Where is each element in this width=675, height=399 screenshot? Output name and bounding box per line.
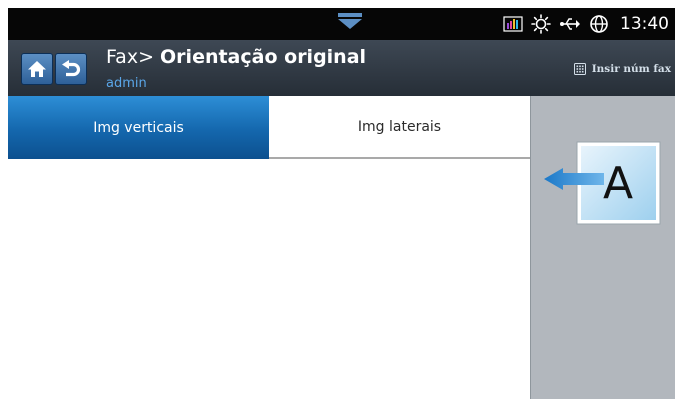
orientation-options: Img verticais Img laterais <box>8 96 530 399</box>
tab-portrait-label: Img verticais <box>93 119 184 136</box>
signal-bars-icon <box>503 16 523 32</box>
sun-icon <box>531 14 551 34</box>
keypad-icon <box>573 63 586 75</box>
title-bar: Fax> Orientação original admin Insir núm… <box>8 40 675 96</box>
tab-portrait[interactable]: Img verticais <box>8 96 269 159</box>
pull-down-handle-icon[interactable] <box>336 11 364 33</box>
options-area <box>8 159 530 399</box>
home-button[interactable] <box>21 53 53 85</box>
usb-icon <box>560 18 580 30</box>
title-prefix: Fax> <box>106 46 161 68</box>
home-icon <box>28 61 46 77</box>
title-main: Orientação original <box>160 46 367 68</box>
page-letter: A <box>603 158 633 209</box>
enter-fax-number-button[interactable]: Insir núm fax <box>573 63 671 75</box>
back-icon <box>62 60 81 77</box>
tab-landscape-label: Img laterais <box>357 118 442 135</box>
tab-landscape[interactable]: Img laterais <box>269 96 530 159</box>
back-button[interactable] <box>55 53 87 85</box>
fax-number-label: Insir núm fax <box>591 63 671 75</box>
clock: 13:40 <box>620 14 669 34</box>
user-name: admin <box>106 76 147 91</box>
status-bar: 13:40 <box>8 8 675 40</box>
orientation-preview: A <box>544 141 661 225</box>
status-icons: 13:40 <box>503 8 669 40</box>
page-title: Fax> Orientação original <box>106 46 366 68</box>
globe-icon <box>590 15 608 33</box>
